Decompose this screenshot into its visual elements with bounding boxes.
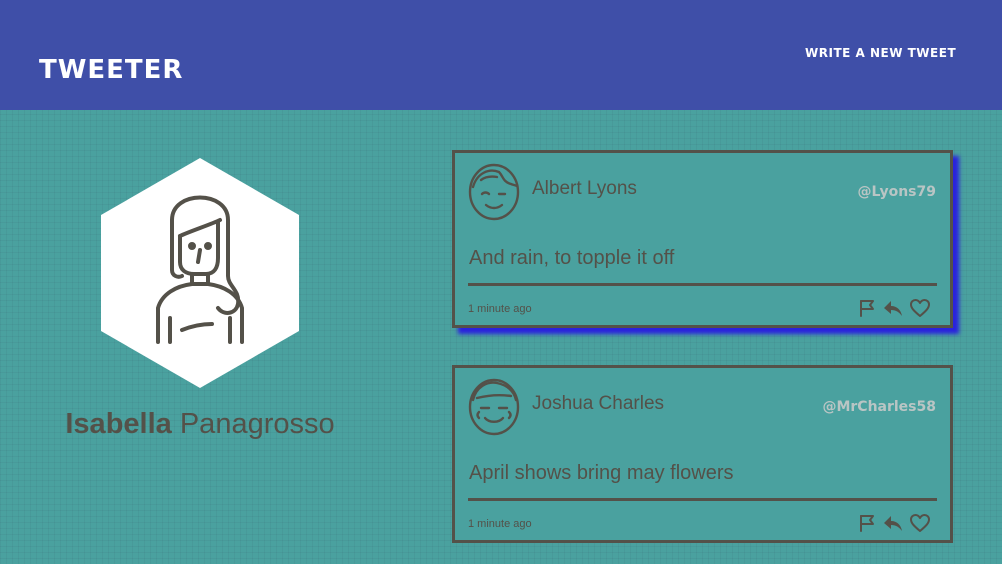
flag-icon[interactable] (856, 512, 878, 534)
profile-panel: Isabella Panagrosso (40, 150, 360, 460)
profile-avatar (101, 158, 299, 388)
tweet-author[interactable]: Albert Lyons (532, 177, 637, 201)
reply-icon[interactable] (882, 512, 904, 534)
tweet-actions (856, 512, 936, 534)
app-header: TWEETER WRITE A NEW TWEET (0, 0, 1002, 110)
heart-icon[interactable] (909, 512, 931, 534)
write-new-tweet-button[interactable]: WRITE A NEW TWEET (805, 45, 960, 61)
tweet-text: And rain, to topple it off (469, 247, 675, 269)
tweet-actions (856, 297, 936, 319)
tweet-handle[interactable]: @MrCharles58 (822, 398, 936, 416)
brand-logo[interactable]: TWEETER (39, 54, 183, 86)
winking-man-avatar-icon (468, 163, 520, 221)
heart-icon[interactable] (909, 297, 931, 319)
profile-name: Isabella Panagrosso (40, 406, 360, 442)
reply-icon[interactable] (882, 297, 904, 319)
tweet-handle[interactable]: @Lyons79 (858, 183, 937, 201)
tweet-timestamp: 1 minute ago (468, 303, 532, 315)
tweet-divider (468, 498, 937, 501)
profile-first-name: Isabella (65, 408, 172, 440)
profile-last-name: Panagrosso (179, 408, 335, 440)
smiling-man-avatar-icon (468, 378, 520, 436)
flag-icon[interactable] (856, 297, 878, 319)
tweet-divider (468, 283, 937, 286)
tweet-card[interactable]: Albert Lyons @Lyons79 And rain, to toppl… (452, 150, 953, 328)
tweet-author[interactable]: Joshua Charles (532, 392, 664, 416)
tweet-timestamp: 1 minute ago (468, 518, 532, 530)
tweet-card[interactable]: Joshua Charles @MrCharles58 April shows … (452, 365, 953, 543)
tweet-text: April shows bring may flowers (469, 462, 734, 484)
